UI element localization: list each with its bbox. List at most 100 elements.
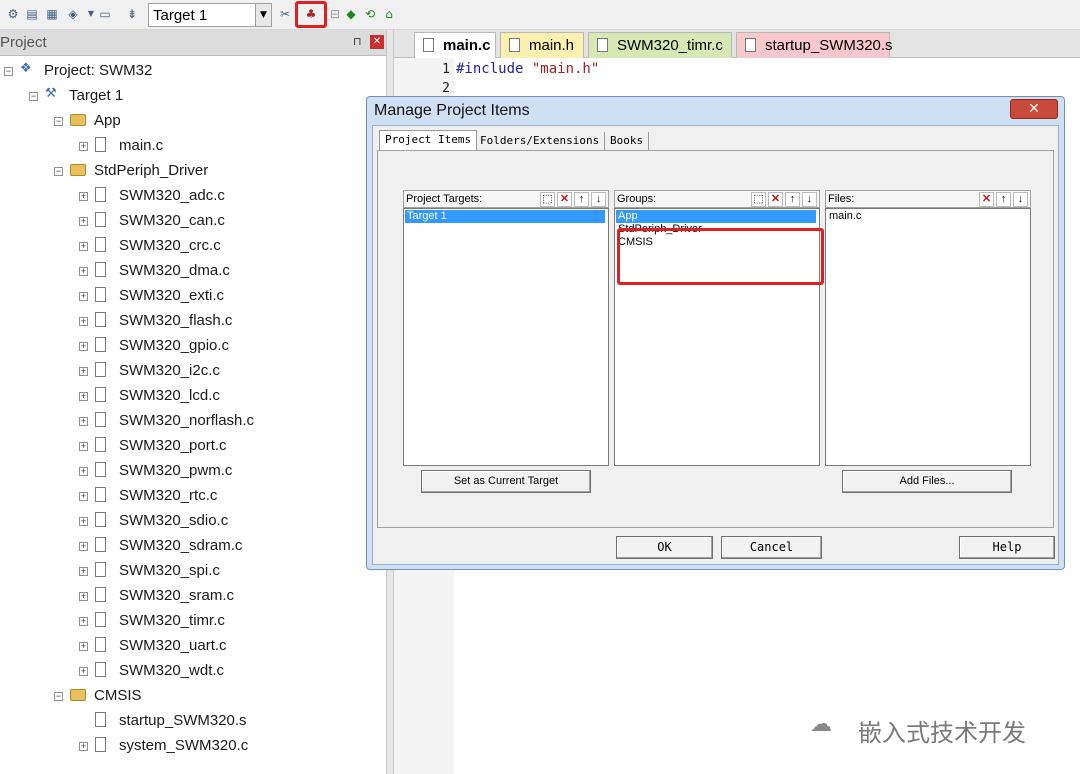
translate-icon[interactable]: ⚙ [6,7,20,21]
expand-icon[interactable]: + [79,192,88,201]
tree-item-label: SWM320_rtc.c [119,487,218,504]
configure-icon[interactable]: ⌂ [382,7,396,21]
expand-icon[interactable]: + [79,242,88,251]
file-icon [95,637,106,652]
delete-icon[interactable]: ✕ [768,192,783,207]
dialog-title: Manage Project Items [374,102,530,119]
pin-icon[interactable]: ⊓ [353,35,362,48]
tree-item-label: SWM320_pwm.c [119,462,233,479]
file-icon [95,612,106,627]
close-icon[interactable]: ✕ [370,35,384,49]
help-button[interactable]: Help [959,536,1055,559]
expand-icon[interactable]: + [79,467,88,476]
project-icon: ❖ [20,60,32,75]
manage-rte-icon[interactable]: ◆ [344,7,358,21]
tab-project-items[interactable]: Project Items [379,130,478,152]
tree-item-label: SWM320_dma.c [119,262,230,279]
expand-icon[interactable]: + [79,217,88,226]
expand-icon[interactable]: + [79,567,88,576]
editor-tab[interactable]: SWM320_timr.c [588,32,732,58]
file-icon [95,237,106,252]
collapse-icon[interactable]: − [54,692,63,701]
project-panel-title: Project [0,34,47,51]
files-header: Files: ✕ ↑ ↓ [825,190,1031,208]
folder-icon [70,114,86,126]
tree-item-label: startup_SWM320.s [119,712,247,729]
editor-tab-label: main.c [443,37,491,54]
expand-icon[interactable]: + [79,442,88,451]
move-up-icon[interactable]: ↑ [785,192,800,207]
expand-icon[interactable]: + [79,492,88,501]
file-icon [95,287,106,302]
expand-icon[interactable]: + [79,417,88,426]
tree-item-label: CMSIS [94,687,142,704]
file-icon [95,537,106,552]
pack-installer-icon[interactable]: ⟲ [363,7,377,21]
dropdown-arrow-icon[interactable]: ▼ [84,7,98,21]
expand-icon[interactable]: + [79,367,88,376]
set-as-current-target-button[interactable]: Set as Current Target [421,470,591,493]
move-up-icon[interactable]: ↑ [574,192,589,207]
folder-icon [70,689,86,701]
files-list[interactable]: main.c [825,208,1031,466]
expand-icon[interactable]: + [79,667,88,676]
cancel-button[interactable]: Cancel [721,536,822,559]
file-icon [95,212,106,227]
tree-item-label: StdPeriph_Driver [94,162,209,179]
editor-tab[interactable]: startup_SWM320.s [736,32,893,58]
chevron-down-icon[interactable]: ▼ [255,4,271,26]
list-item[interactable]: Target 1 [405,210,605,223]
batch-build-icon[interactable]: ◈ [66,7,80,21]
expand-icon[interactable]: + [79,142,88,151]
tab-folders-extensions[interactable]: Folders/Extensions [475,132,606,151]
expand-icon[interactable]: + [79,542,88,551]
expand-icon[interactable]: + [79,742,88,751]
target-icon: ⚒ [45,85,57,100]
expand-icon[interactable]: + [79,592,88,601]
move-down-icon[interactable]: ↓ [591,192,606,207]
tree-item-label: SWM320_flash.c [119,312,233,329]
expand-icon[interactable]: + [79,342,88,351]
expand-icon[interactable]: + [79,267,88,276]
list-item[interactable]: main.c [827,210,861,223]
editor-tab[interactable]: main.h [500,32,584,58]
expand-icon[interactable]: + [79,392,88,401]
expand-icon[interactable]: + [79,517,88,526]
add-files-button[interactable]: Add Files... [842,470,1012,493]
editor-tab[interactable]: main.c [414,32,496,58]
ok-button[interactable]: OK [616,536,713,559]
expand-icon[interactable]: + [79,617,88,626]
list-item[interactable]: App [616,210,816,223]
expand-icon[interactable]: + [79,292,88,301]
new-insert-icon[interactable]: ⬚ [540,192,555,207]
project-targets-list[interactable]: Target 1 [403,208,609,466]
collapse-icon[interactable]: − [54,117,63,126]
code-line[interactable]: #include "main.h" [456,61,599,77]
load-icon[interactable]: ⇟ [125,7,139,21]
target-select[interactable]: Target 1 ▼ [148,3,272,27]
select-packs-icon[interactable]: ⊟ [328,7,342,21]
tree-item-label: SWM320_crc.c [119,237,221,254]
build-icon[interactable]: ▤ [25,7,39,21]
options-icon[interactable]: ✂ [278,7,292,21]
move-down-icon[interactable]: ↓ [802,192,817,207]
tree-item-label: SWM320_spi.c [119,562,220,579]
new-insert-icon[interactable]: ⬚ [751,192,766,207]
delete-icon[interactable]: ✕ [557,192,572,207]
dialog-close-button[interactable]: ✕ [1010,99,1058,119]
delete-icon[interactable]: ✕ [979,192,994,207]
download-icon[interactable]: ▭ [98,7,112,21]
move-down-icon[interactable]: ↓ [1013,192,1028,207]
move-up-icon[interactable]: ↑ [996,192,1011,207]
project-targets-label: Project Targets: [406,193,483,205]
collapse-icon[interactable]: − [4,67,13,76]
collapse-icon[interactable]: − [29,92,38,101]
expand-icon[interactable]: + [79,642,88,651]
collapse-icon[interactable]: − [54,167,63,176]
expand-icon[interactable]: + [79,317,88,326]
tab-books[interactable]: Books [605,132,650,151]
tree-item-label: SWM320_adc.c [119,187,225,204]
tree-item-label: SWM320_sdram.c [119,537,243,554]
file-icon [95,562,106,577]
rebuild-icon[interactable]: ▦ [45,7,59,21]
